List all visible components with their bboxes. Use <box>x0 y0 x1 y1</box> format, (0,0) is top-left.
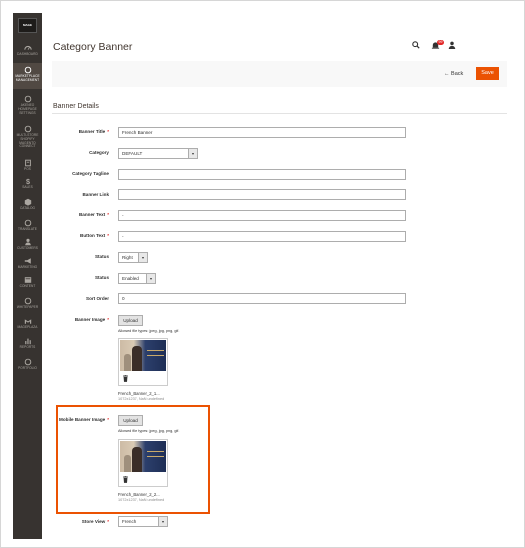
sort-order-label: Sort Order <box>86 296 109 301</box>
arrow-left-icon: ← <box>444 71 450 77</box>
banner-link-label: Banner Link <box>82 192 109 197</box>
mobile-banner-image-dimensions: 1072x1237, NaN undefined <box>118 498 165 502</box>
banner-text-input[interactable]: - <box>118 210 406 221</box>
banner-image-dimensions: 1072x1237, NaN undefined <box>118 397 165 401</box>
banner-link-input[interactable] <box>118 189 406 200</box>
banner-image-filename: French_Banner_2_1... <box>118 391 160 396</box>
nav-label: Customers <box>17 246 38 250</box>
nav-label: Translate <box>18 227 37 231</box>
magento-logo[interactable]: MAGE <box>18 18 37 33</box>
pos-icon <box>24 159 31 167</box>
mobile-banner-image-allowed-types: Allowed file types: jpeg, jpg, png, gif. <box>118 429 180 433</box>
category-tagline-input[interactable] <box>118 169 406 180</box>
nav-label: Akeneo Homepage Settings <box>18 103 37 115</box>
nav-reports[interactable]: Reports <box>13 337 42 353</box>
chevron-down-icon: ▾ <box>188 149 197 158</box>
banner-image-label: Banner Image * <box>74 317 109 322</box>
nav-label: Mageplaza <box>17 325 38 329</box>
nav-akeneo-homepage-settings[interactable]: Akeneo Homepage Settings <box>13 95 42 121</box>
store-view-value: French <box>122 519 137 524</box>
nav-customers[interactable]: Customers <box>13 238 42 254</box>
circle-icon <box>24 219 31 227</box>
status-position-value: Right <box>122 255 133 260</box>
nav-marketing[interactable]: Marketing <box>13 257 42 273</box>
save-button[interactable]: Save <box>476 67 499 80</box>
chevron-down-icon: ▾ <box>158 517 167 526</box>
nav-label: Marketplace Management <box>15 74 40 82</box>
button-text-label: Button Text * <box>80 233 109 238</box>
category-select[interactable]: DEFAULT ▾ <box>118 148 198 159</box>
status-position-select[interactable]: Right ▾ <box>118 252 148 263</box>
section-title: Banner Details <box>53 103 99 110</box>
banner-image-allowed-types: Allowed file types: jpeg, jpg, png, gif. <box>118 329 180 333</box>
user-icon[interactable] <box>448 41 456 49</box>
banner-image-preview <box>118 338 168 386</box>
category-select-value: DEFAULT <box>122 151 143 156</box>
status-select[interactable]: Enabled ▾ <box>118 273 156 284</box>
nav-label: Multi-store Shopify Magento Connect <box>16 133 39 149</box>
banner-title-input[interactable]: French Banner <box>118 127 406 138</box>
nav-label: Content <box>19 284 36 288</box>
category-label: Category <box>89 150 109 155</box>
banner-text-label: Banner Text * <box>78 212 109 217</box>
button-text-input[interactable]: - <box>118 231 406 242</box>
nav-marketplace-management[interactable]: Marketplace Management <box>13 63 42 89</box>
trash-icon[interactable] <box>123 476 128 483</box>
trash-icon[interactable] <box>123 375 128 382</box>
banner-image-thumbnail[interactable] <box>120 340 166 371</box>
back-button[interactable]: ← Back <box>444 69 463 79</box>
notification-badge: 99 <box>437 40 444 45</box>
search-icon[interactable] <box>412 41 420 49</box>
nav-label: Portfolio <box>18 366 37 370</box>
mobile-banner-image-preview <box>118 439 168 487</box>
section-divider <box>52 113 507 114</box>
back-button-label: Back <box>451 71 464 77</box>
nav-label: Dashboard <box>17 52 38 56</box>
banner-title-label: Banner Title * <box>78 129 109 134</box>
store-view-label: Store View * <box>81 519 109 524</box>
nav-portfolio[interactable]: Portfolio <box>13 358 42 374</box>
nav-label: Catalog <box>19 206 36 210</box>
sort-order-input[interactable]: 0 <box>118 293 406 304</box>
mobile-banner-image-thumbnail[interactable] <box>120 441 166 472</box>
nav-label: Reports <box>19 345 36 349</box>
catalog-icon <box>24 198 31 206</box>
marketplace-icon <box>24 66 31 74</box>
status-select-value: Enabled <box>122 276 139 281</box>
svg-text:$: $ <box>26 177 30 185</box>
store-view-select[interactable]: French ▾ <box>118 516 168 527</box>
page-frame: MAGE Dashboard Marketplace Management Ak… <box>0 0 525 548</box>
mobile-banner-image-filename: French_Banner_2_2... <box>118 492 160 497</box>
dollar-icon: $ <box>26 177 30 185</box>
chevron-down-icon: ▾ <box>138 253 147 262</box>
category-tagline-label: Category Tagline <box>72 171 109 176</box>
status-position-label: Status <box>94 254 109 259</box>
customers-icon <box>24 238 31 246</box>
circle-icon <box>24 95 31 103</box>
mobile-banner-image-label: Mobile Banner Image * <box>59 417 109 422</box>
chevron-down-icon: ▾ <box>146 274 155 283</box>
mobile-banner-image-upload-button[interactable]: Upload <box>118 415 143 426</box>
banner-image-upload-button[interactable]: Upload <box>118 315 143 326</box>
nav-label: Whitepaper <box>16 305 39 309</box>
nav-dashboard[interactable]: Dashboard <box>13 41 42 61</box>
page-title: Category Banner <box>53 41 133 53</box>
status-label: Status <box>94 275 109 280</box>
nav-label: Marketing <box>17 265 38 269</box>
nav-label: Sales <box>22 185 33 189</box>
dashboard-icon <box>23 45 32 50</box>
page-actions-bar <box>52 61 507 87</box>
reports-icon <box>24 338 31 345</box>
circle-icon <box>24 358 31 366</box>
